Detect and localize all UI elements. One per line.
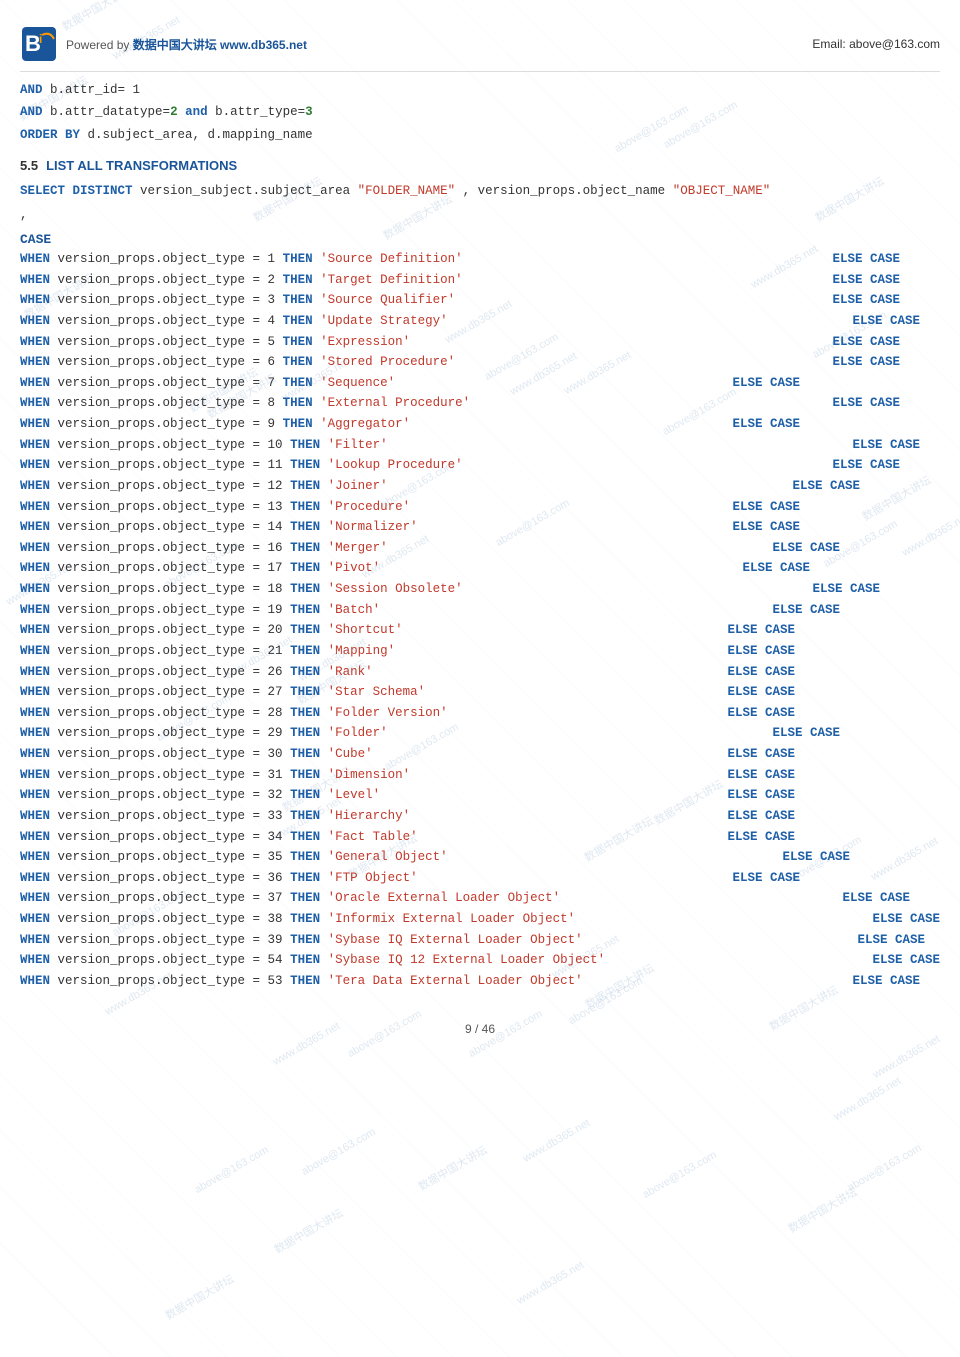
when-line-30: WHEN version_props.object_type = 30 THEN… [20,744,940,765]
sql-order-by: ORDER BY d.subject_area, d.mapping_name [20,125,940,146]
when-line-18: WHEN version_props.object_type = 18 THEN… [20,579,940,600]
when-line-13: WHEN version_props.object_type = 13 THEN… [20,497,940,518]
when-line-14: WHEN version_props.object_type = 14 THEN… [20,517,940,538]
when-line-3: WHEN version_props.object_type = 3 THEN … [20,290,940,311]
select-block: SELECT DISTINCT version_subject.subject_… [20,181,940,226]
section-number: 5.5 [20,158,38,173]
pre-section-sql: AND b.attr_id= 1 AND b.attr_datatype=2 a… [20,80,940,146]
when-line-27: WHEN version_props.object_type = 27 THEN… [20,682,940,703]
select-line-1: SELECT DISTINCT version_subject.subject_… [20,181,940,202]
when-line-26: WHEN version_props.object_type = 26 THEN… [20,662,940,683]
when-line-28: WHEN version_props.object_type = 28 THEN… [20,703,940,724]
when-line-37: WHEN version_props.object_type = 37 THEN… [20,888,940,909]
powered-by-text: Powered by 数据中国大讲坛 www.db365.net [66,36,307,53]
when-line-36: WHEN version_props.object_type = 36 THEN… [20,868,940,889]
section-heading: 5.5 LIST ALL TRANSFORMATIONS [20,158,940,173]
when-line-17: WHEN version_props.object_type = 17 THEN… [20,558,940,579]
when-line-32: WHEN version_props.object_type = 32 THEN… [20,785,940,806]
when-line-53: WHEN version_props.object_type = 53 THEN… [20,971,940,992]
sql-and-1: AND b.attr_id= 1 [20,80,940,101]
when-line-16: WHEN version_props.object_type = 16 THEN… [20,538,940,559]
header-email: Email: above@163.com [812,37,940,51]
when-line-35: WHEN version_props.object_type = 35 THEN… [20,847,940,868]
when-line-11: WHEN version_props.object_type = 11 THEN… [20,455,940,476]
when-line-7: WHEN version_props.object_type = 7 THEN … [20,373,940,394]
section-title: LIST ALL TRANSFORMATIONS [46,158,237,173]
when-line-2: WHEN version_props.object_type = 2 THEN … [20,270,940,291]
when-line-31: WHEN version_props.object_type = 31 THEN… [20,765,940,786]
when-line-8: WHEN version_props.object_type = 8 THEN … [20,393,940,414]
when-line-33: WHEN version_props.object_type = 33 THEN… [20,806,940,827]
logo-container: B i Powered by 数据中国大讲坛 www.db365.net [20,25,307,63]
when-line-10: WHEN version_props.object_type = 10 THEN… [20,435,940,456]
when-line-1: WHEN version_props.object_type = 1 THEN … [20,249,940,270]
case-block: CASE WHEN version_props.object_type = 1 … [20,232,940,992]
case-keyword: CASE [20,232,940,247]
page-header: B i Powered by 数据中国大讲坛 www.db365.net Ema… [20,15,940,72]
page-footer: 9 / 46 [20,1012,940,1036]
site-name: 数据中国大讲坛 www.db365.net [133,38,307,52]
kw-and-2: AND [20,105,43,119]
when-line-9: WHEN version_props.object_type = 9 THEN … [20,414,940,435]
when-line-19: WHEN version_props.object_type = 19 THEN… [20,600,940,621]
page-content: B i Powered by 数据中国大讲坛 www.db365.net Ema… [0,0,960,1051]
when-line-5: WHEN version_props.object_type = 5 THEN … [20,332,940,353]
when-line-39: WHEN version_props.object_type = 39 THEN… [20,930,940,951]
page-number: 9 / 46 [465,1022,495,1036]
when-line-20: WHEN version_props.object_type = 20 THEN… [20,620,940,641]
logo-icon: B i [20,25,58,63]
when-line-6: WHEN version_props.object_type = 6 THEN … [20,352,940,373]
when-line-38: WHEN version_props.object_type = 38 THEN… [20,909,940,930]
when-line-29: WHEN version_props.object_type = 29 THEN… [20,723,940,744]
when-line-21: WHEN version_props.object_type = 21 THEN… [20,641,940,662]
kw-order-by: ORDER BY [20,128,80,142]
when-line-34: WHEN version_props.object_type = 34 THEN… [20,827,940,848]
kw-and-1: AND [20,83,43,97]
sql-and-2: AND b.attr_datatype=2 and b.attr_type=3 [20,102,940,123]
when-line-54: WHEN version_props.object_type = 54 THEN… [20,950,940,971]
comma-line: , [20,205,940,226]
when-line-12: WHEN version_props.object_type = 12 THEN… [20,476,940,497]
when-line-4: WHEN version_props.object_type = 4 THEN … [20,311,940,332]
